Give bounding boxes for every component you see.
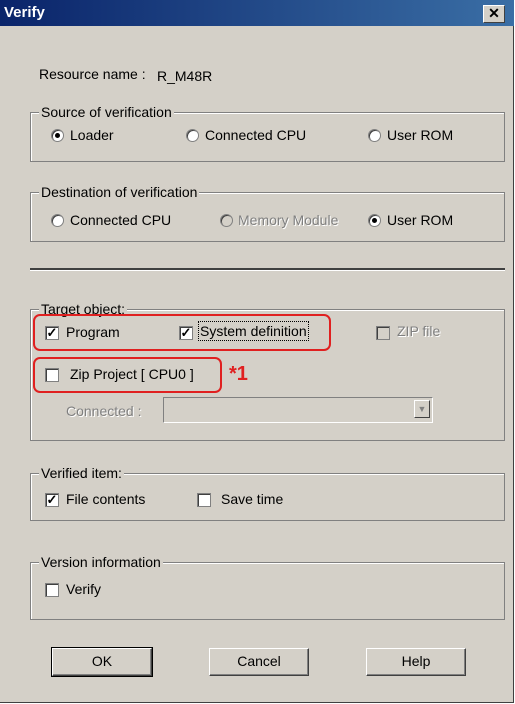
file-contents-label[interactable]: File contents: [66, 491, 145, 507]
source-group-legend: Source of verification: [39, 104, 174, 120]
zip-project-checkbox[interactable]: [45, 368, 59, 382]
version-group-legend: Version information: [39, 554, 163, 570]
ok-button-label: OK: [91, 653, 113, 669]
source-loader-radio[interactable]: [51, 129, 64, 142]
destination-memory-module-radio: [220, 214, 233, 227]
help-button-label: Help: [401, 653, 431, 669]
help-button[interactable]: Help: [366, 648, 466, 676]
close-icon: ✕: [488, 5, 500, 21]
program-label[interactable]: Program: [66, 324, 120, 340]
connected-label: Connected :: [66, 403, 142, 419]
source-user-rom-radio[interactable]: [368, 129, 381, 142]
source-loader-label[interactable]: Loader: [70, 127, 114, 143]
system-definition-checkbox[interactable]: ✓: [179, 326, 193, 340]
zip-file-checkbox: [376, 326, 390, 340]
verify-version-checkbox[interactable]: [45, 583, 59, 597]
save-time-label[interactable]: Save time: [221, 491, 283, 507]
source-connected-cpu-radio[interactable]: [186, 129, 199, 142]
destination-connected-cpu-radio[interactable]: [51, 214, 64, 227]
section-divider: [30, 268, 505, 271]
source-connected-cpu-label[interactable]: Connected CPU: [205, 127, 306, 143]
save-time-checkbox[interactable]: [197, 493, 211, 507]
chevron-down-icon: ▼: [414, 400, 430, 418]
verify-dialog: Verify ✕ Resource name : R_M48R Source o…: [0, 0, 514, 703]
title-bar: Verify ✕: [0, 0, 514, 26]
close-button[interactable]: ✕: [483, 5, 505, 23]
file-contents-checkbox[interactable]: ✓: [45, 493, 59, 507]
destination-user-rom-radio[interactable]: [368, 214, 381, 227]
window-title: Verify: [4, 4, 45, 21]
system-definition-label[interactable]: System definition: [198, 321, 309, 341]
source-user-rom-label[interactable]: User ROM: [387, 127, 453, 143]
zip-file-label: ZIP file: [397, 323, 441, 339]
verify-version-label[interactable]: Verify: [66, 581, 101, 597]
destination-connected-cpu-label[interactable]: Connected CPU: [70, 212, 171, 228]
verified-group-legend: Verified item:: [39, 465, 124, 481]
cancel-button-label: Cancel: [237, 653, 281, 669]
cancel-button[interactable]: Cancel: [209, 648, 309, 676]
connected-dropdown: ▼: [163, 397, 433, 423]
resource-name-value: R_M48R: [157, 68, 213, 84]
destination-group-legend: Destination of verification: [39, 184, 200, 200]
ok-button[interactable]: OK: [51, 647, 153, 677]
program-checkbox[interactable]: ✓: [45, 326, 59, 340]
version-information-group: Version information: [30, 554, 505, 620]
footnote-marker: *1: [229, 363, 248, 385]
zip-project-label[interactable]: Zip Project [ CPU0 ]: [70, 366, 194, 382]
destination-user-rom-label[interactable]: User ROM: [387, 212, 453, 228]
destination-memory-module-label: Memory Module: [238, 212, 339, 228]
resource-name-label: Resource name :: [39, 66, 146, 82]
